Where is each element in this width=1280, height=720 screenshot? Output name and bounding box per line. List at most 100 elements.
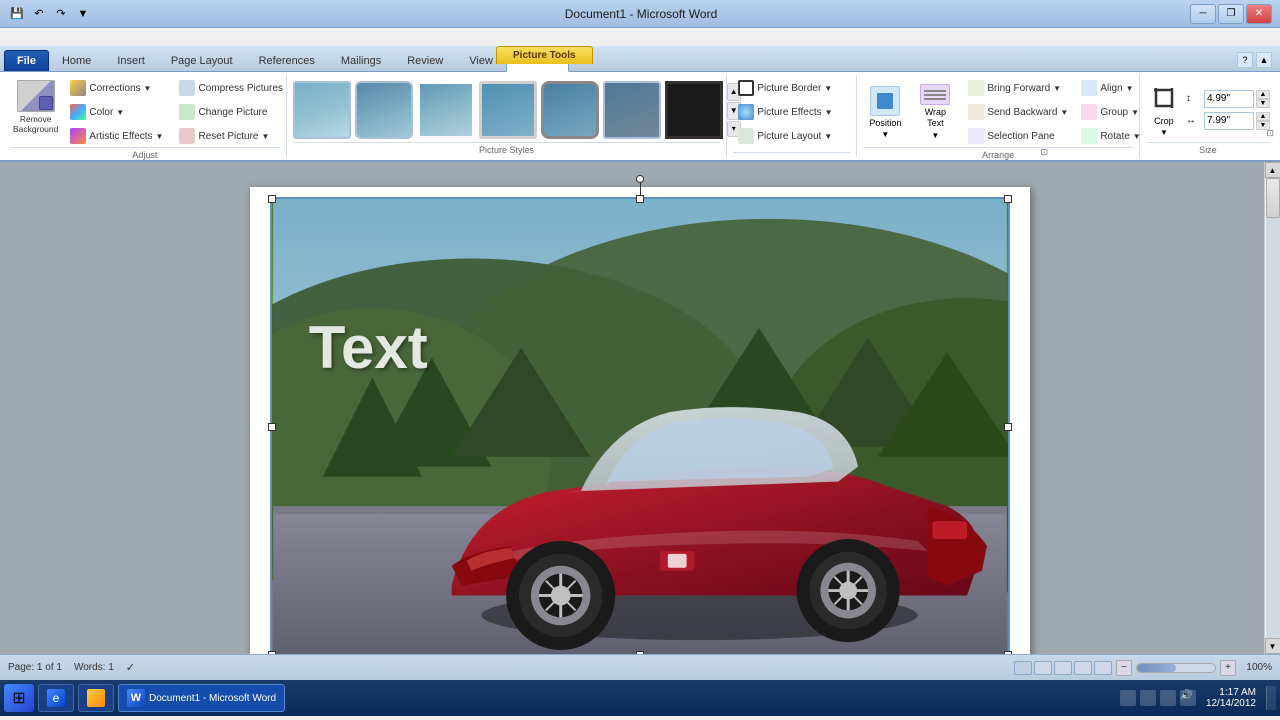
print-layout-view[interactable] [1014, 661, 1032, 675]
scroll-corner [1264, 638, 1280, 654]
tab-file[interactable]: File [4, 50, 49, 71]
selection-pane-button[interactable]: Selection Pane [963, 125, 1073, 147]
arrange-content: Position ▼ WrapText ▼ [863, 77, 1133, 147]
redo-button[interactable]: ↷ [52, 5, 70, 23]
height-decrement[interactable]: ▼ [1256, 99, 1270, 108]
full-screen-view[interactable] [1034, 661, 1052, 675]
picture-format-group-label [733, 152, 850, 155]
handle-bottom-center[interactable] [636, 651, 644, 654]
picture-effects-button[interactable]: Picture Effects ▼ [733, 101, 837, 123]
tab-mailings[interactable]: Mailings [328, 50, 394, 71]
width-increment[interactable]: ▲ [1256, 112, 1270, 121]
minimize-button[interactable]: ─ [1190, 4, 1216, 24]
ie-icon: e [47, 689, 65, 707]
style-thumbnails [293, 81, 723, 139]
picture-styles-dialog-launcher[interactable]: ⊡ [1040, 147, 1048, 158]
style-thumb-4[interactable] [479, 81, 537, 139]
handle-bottom-right[interactable] [1004, 651, 1012, 654]
handle-top-right[interactable] [1004, 195, 1012, 203]
size-dialog-launcher[interactable]: ⊡ [1266, 128, 1274, 139]
tray-icon-3 [1160, 690, 1176, 706]
close-button[interactable]: ✕ [1246, 4, 1272, 24]
zoom-in-button[interactable]: + [1220, 660, 1236, 676]
taskbar-ie[interactable]: e [38, 684, 74, 712]
group-button[interactable]: Group ▼ [1076, 101, 1145, 123]
window-controls: ─ ❐ ✕ [1190, 4, 1272, 24]
adjust-col2: Compress Pictures Change Picture Reset P… [174, 77, 287, 147]
tab-home[interactable]: Home [49, 50, 104, 71]
height-increment[interactable]: ▲ [1256, 90, 1270, 99]
arrange-row1: Position ▼ WrapText ▼ [863, 77, 1145, 147]
compress-pictures-button[interactable]: Compress Pictures [174, 77, 287, 99]
taskbar-word[interactable]: W Document1 - Microsoft Word [118, 684, 285, 712]
save-button[interactable]: 💾 [8, 5, 26, 23]
outline-view[interactable] [1074, 661, 1092, 675]
send-backward-button[interactable]: Send Backward ▼ [963, 101, 1073, 123]
arrange-right-col2: Align ▼ Group ▼ Rotate ▼ [1076, 77, 1145, 147]
corrections-button[interactable]: Corrections ▼ [65, 77, 168, 99]
style-thumb-5[interactable] [541, 81, 599, 139]
scroll-thumb[interactable] [1266, 178, 1280, 218]
handle-middle-right[interactable] [1004, 423, 1012, 431]
tab-insert[interactable]: Insert [104, 50, 158, 71]
remove-background-button[interactable]: RemoveBackground [10, 77, 61, 137]
position-button[interactable]: Position ▼ [863, 83, 907, 141]
style-thumb-3[interactable] [417, 81, 475, 139]
speaker-icon[interactable]: 🔊 [1180, 690, 1196, 706]
taskbar-word-label: Document1 - Microsoft Word [149, 693, 276, 704]
clock[interactable]: 1:17 AM 12/14/2012 [1202, 685, 1260, 711]
tab-review[interactable]: Review [394, 50, 456, 71]
crop-button[interactable]: Crop ▼ [1146, 80, 1182, 140]
change-picture-button[interactable]: Change Picture [174, 101, 287, 123]
draft-view[interactable] [1094, 661, 1112, 675]
scroll-up-button[interactable]: ▲ [1265, 162, 1280, 178]
customize-quick-access[interactable]: ▼ [74, 5, 92, 23]
style-thumb-2[interactable] [355, 81, 413, 139]
handle-top-center[interactable] [636, 195, 644, 203]
color-button[interactable]: Color ▼ [65, 101, 168, 123]
proofing-icon[interactable]: ✓ [126, 661, 135, 674]
artistic-effects-button[interactable]: Artistic Effects ▼ [65, 125, 168, 147]
bring-forward-icon [968, 80, 984, 96]
tab-references[interactable]: References [246, 50, 328, 71]
style-thumb-7[interactable] [665, 81, 723, 139]
picture-layout-dropdown: ▼ [824, 132, 832, 141]
picture-layout-button[interactable]: Picture Layout ▼ [733, 125, 837, 147]
height-input[interactable] [1204, 90, 1254, 108]
undo-button[interactable]: ↶ [30, 5, 48, 23]
start-button[interactable]: ⊞ [4, 684, 34, 712]
rotation-line [640, 182, 641, 196]
word-count: Words: 1 [74, 662, 114, 673]
reset-picture-dropdown-arrow: ▼ [262, 132, 270, 141]
picture-border-dropdown: ▼ [824, 84, 832, 93]
collapse-ribbon-icon[interactable]: ▲ [1256, 52, 1272, 68]
style-thumb-1[interactable] [293, 81, 351, 139]
taskbar-folder[interactable] [78, 684, 114, 712]
artistic-effects-icon [70, 128, 86, 144]
web-layout-view[interactable] [1054, 661, 1072, 675]
handle-bottom-left[interactable] [268, 651, 276, 654]
align-button[interactable]: Align ▼ [1076, 77, 1145, 99]
bring-forward-dropdown: ▼ [1053, 84, 1061, 93]
zoom-out-button[interactable]: − [1116, 660, 1132, 676]
handle-top-left[interactable] [268, 195, 276, 203]
restore-button[interactable]: ❐ [1218, 4, 1244, 24]
wrap-text-button[interactable]: WrapText ▼ [910, 83, 960, 141]
reset-picture-button[interactable]: Reset Picture ▼ [174, 125, 287, 147]
zoom-slider[interactable] [1136, 663, 1216, 673]
picture-border-button[interactable]: Picture Border ▼ [733, 77, 837, 99]
tab-page-layout[interactable]: Page Layout [158, 50, 246, 71]
zoom-level: 100% [1240, 662, 1272, 673]
size-content: Crop ▼ ↕ ▲ ▼ ↔ [1146, 77, 1270, 142]
handle-middle-left[interactable] [268, 423, 276, 431]
system-tray: 🔊 [1120, 690, 1196, 706]
bring-forward-button[interactable]: Bring Forward ▼ [963, 77, 1073, 99]
help-icon[interactable]: ? [1237, 52, 1253, 68]
document-page: Text [250, 187, 1030, 654]
show-desktop-button[interactable] [1266, 686, 1276, 710]
width-input[interactable] [1204, 112, 1254, 130]
rotate-button[interactable]: Rotate ▼ [1076, 125, 1145, 147]
rotation-handle[interactable] [636, 175, 644, 183]
selected-image[interactable]: Text [270, 197, 1010, 654]
style-thumb-6[interactable] [603, 81, 661, 139]
